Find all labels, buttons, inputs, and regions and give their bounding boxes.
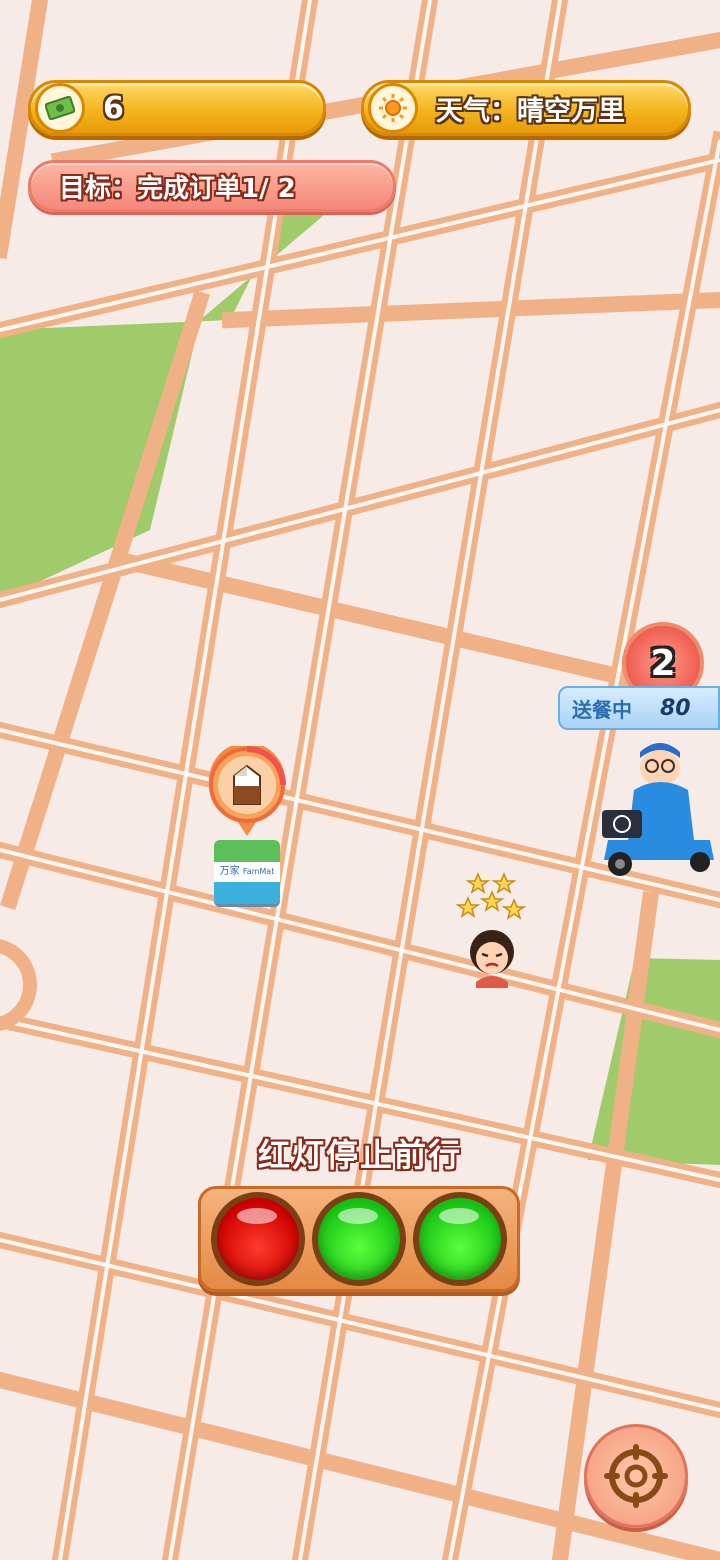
- money-amount: 6: [103, 90, 124, 126]
- money-counter: 6: [28, 80, 326, 136]
- traffic-light-red: [216, 1198, 299, 1280]
- compass-icon: [604, 1444, 668, 1508]
- traffic-light-green-socket-1: [311, 1192, 406, 1286]
- store-building-famimart[interactable]: 万家 FamMat: [214, 840, 280, 904]
- delivery-status-label: 送餐中: [572, 697, 632, 722]
- goal-text: 目标：完成订单1/ 2: [59, 173, 296, 204]
- milk-carton-icon: [230, 764, 264, 806]
- traffic-light-green-1: [317, 1198, 400, 1280]
- store-sign-text: 万家 FamMat: [214, 862, 280, 882]
- delivery-status-value: 80: [660, 695, 691, 721]
- store-pin[interactable]: [206, 742, 288, 838]
- traffic-light-red-socket: [210, 1192, 305, 1286]
- sun-icon: [368, 83, 418, 133]
- roundabout: [0, 939, 37, 1031]
- delivery-rider[interactable]: [598, 728, 720, 878]
- compass-button[interactable]: [584, 1424, 688, 1528]
- weather-text: 天气：晴空万里: [436, 95, 625, 127]
- traffic-light-green-socket-2: [413, 1192, 508, 1286]
- goal-banner: 目标：完成订单1/ 2: [28, 160, 396, 212]
- weather-indicator: 天气：晴空万里: [361, 80, 691, 136]
- traffic-instruction: 红灯停止前行: [257, 1136, 462, 1174]
- delivery-status-tag: 送餐中 80: [558, 686, 720, 730]
- cash-icon: [35, 83, 85, 133]
- customer-character[interactable]: [455, 870, 528, 992]
- traffic-light-green-2: [419, 1198, 502, 1280]
- traffic-light: [198, 1186, 520, 1292]
